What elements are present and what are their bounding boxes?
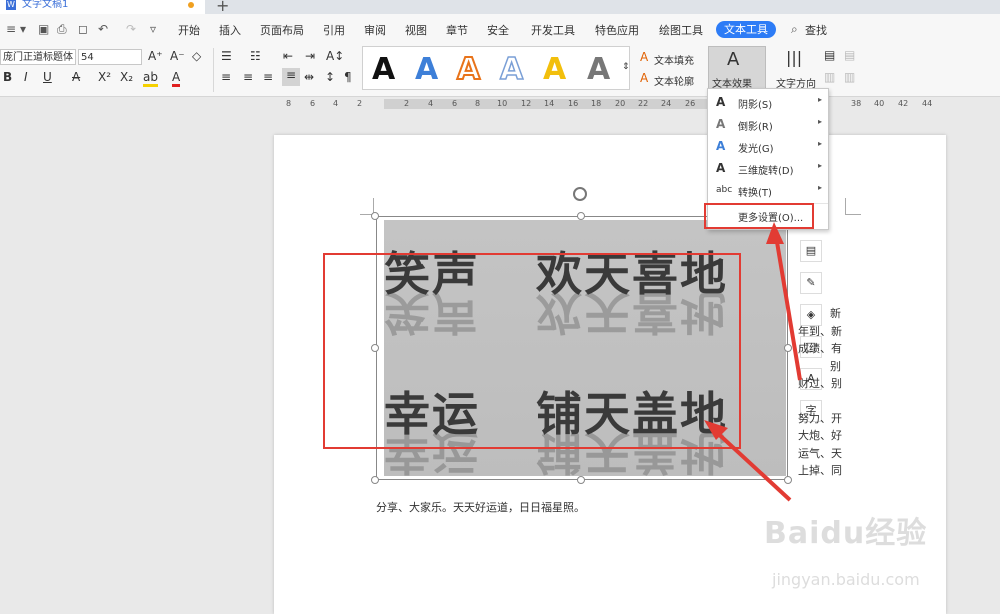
baidu-watermark: Baidu经验 jingyan.baidu.com [760, 500, 1000, 614]
watermark-url: jingyan.baidu.com [772, 570, 920, 589]
watermark-brand: Baidu经验 [764, 516, 928, 551]
